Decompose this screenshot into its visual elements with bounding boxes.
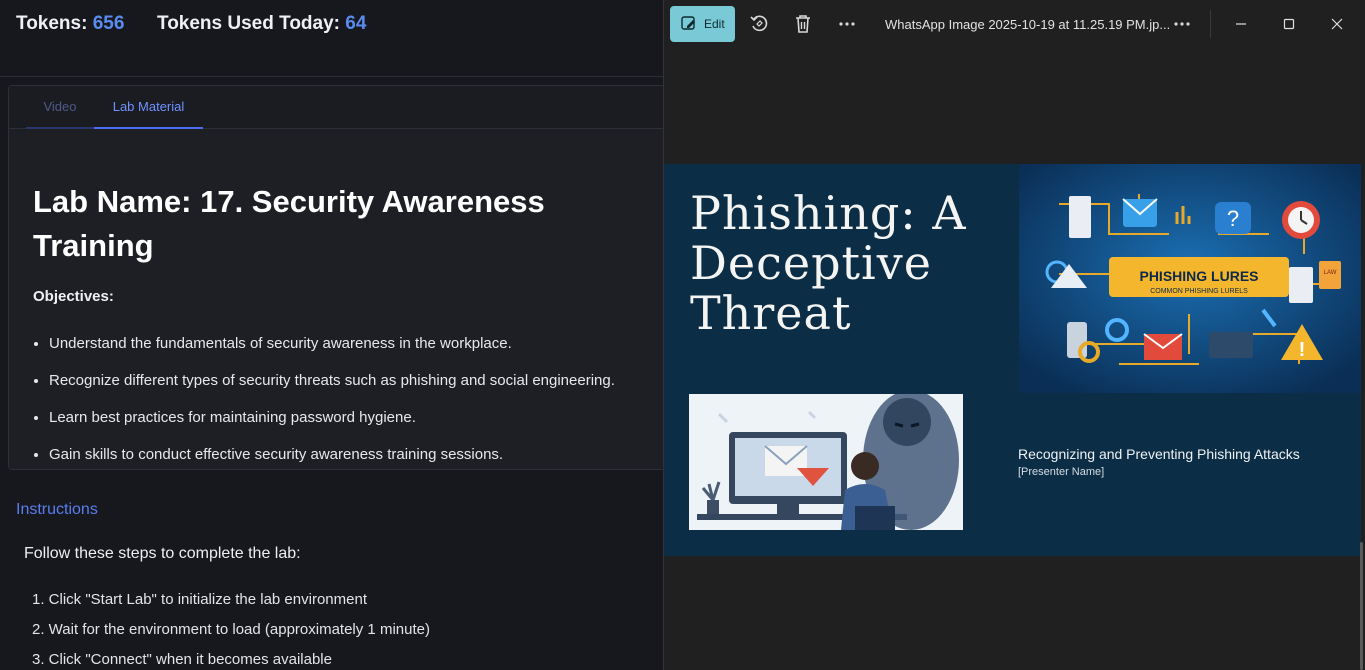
steps-intro: Follow these steps to complete the lab: <box>24 545 301 562</box>
edit-button[interactable]: Edit <box>670 6 735 42</box>
slide-subtitle: Recognizing and Preventing Phishing Atta… <box>1018 446 1300 462</box>
phishing-illustration: ? PHISHING LURES COMMON PHISHING LURELS … <box>1019 164 1361 393</box>
lab-app: Tokens: 656 Tokens Used Today: 64 Video … <box>0 0 663 670</box>
minimize-icon[interactable] <box>1229 12 1253 36</box>
tokens-header: Tokens: 656 Tokens Used Today: 64 <box>0 0 663 77</box>
list-item: 3. Click "Connect" when it becomes avail… <box>32 651 332 668</box>
objectives-heading: Objectives: <box>33 288 114 305</box>
close-icon[interactable] <box>1325 12 1349 36</box>
list-item: Recognize different types of security th… <box>49 372 615 409</box>
list-item: Learn best practices for maintaining pas… <box>49 409 615 446</box>
tokens-today-label: Tokens Used Today: <box>157 13 340 34</box>
document-icon <box>1069 196 1091 238</box>
list-item: Gain skills to conduct effective securit… <box>49 446 615 469</box>
list-item: 2. Wait for the environment to load (app… <box>32 621 430 638</box>
edit-label: Edit <box>704 17 725 31</box>
phone-icon <box>1067 322 1087 358</box>
toolbar-divider <box>1210 10 1211 38</box>
tab-lab-material[interactable]: Lab Material <box>94 86 203 129</box>
viewer-toolbar: Edit WhatsApp Image 2025-10-19 at 11.25.… <box>664 0 1365 48</box>
list-item: 1. Click "Start Lab" to initialize the l… <box>32 591 367 608</box>
tokens-counter: Tokens: 656 <box>16 13 124 35</box>
tokens-today-counter: Tokens Used Today: 64 <box>157 13 366 35</box>
more-icon[interactable] <box>835 12 859 36</box>
banner-subtitle: COMMON PHISHING LURELS <box>1150 288 1248 295</box>
edit-icon <box>680 15 698 33</box>
slide-presenter: [Presenter Name] <box>1018 466 1105 478</box>
svg-text:!: ! <box>1299 339 1306 361</box>
file-name: WhatsApp Image 2025-10-19 at 11.25.19 PM… <box>885 17 1171 32</box>
photo-viewer-window: Edit WhatsApp Image 2025-10-19 at 11.25.… <box>663 0 1365 670</box>
svg-text:?: ? <box>1227 206 1239 231</box>
rotate-icon[interactable] <box>747 12 771 36</box>
lab-content-card: Video Lab Material Lab Name: 17. Securit… <box>8 85 663 470</box>
lab-material-panel: Lab Name: 17. Security Awareness Trainin… <box>9 130 663 469</box>
objectives-colon: : <box>108 288 114 305</box>
lab-title: Lab Name: 17. Security Awareness Trainin… <box>33 184 545 263</box>
objectives-label: Objectives <box>33 288 109 305</box>
list-item: Understand the fundamentals of security … <box>49 335 615 372</box>
slide-title: Phishing: A Deceptive Threat <box>690 186 967 340</box>
banner-title: PHISHING LURES <box>1139 268 1258 284</box>
content-tabs: Video Lab Material <box>9 86 663 129</box>
steps-list: 1. Click "Start Lab" to initialize the l… <box>32 591 430 670</box>
delete-icon[interactable] <box>791 12 815 36</box>
tokens-value: 656 <box>92 13 125 34</box>
scrollbar[interactable] <box>1360 542 1363 670</box>
law-badge-label: LAW <box>1324 270 1337 276</box>
instructions-heading: Instructions <box>16 501 98 518</box>
displayed-image: Phishing: A Deceptive Threat ? PHISHING … <box>664 164 1361 556</box>
hacker-illustration <box>689 390 963 530</box>
tab-video[interactable]: Video <box>26 86 94 129</box>
person-head <box>851 452 879 480</box>
form-icon <box>1289 267 1313 303</box>
server-icon <box>1209 332 1253 358</box>
more-icon[interactable] <box>1170 12 1194 36</box>
tokens-today-value: 64 <box>345 13 367 34</box>
tokens-label: Tokens: <box>16 13 88 34</box>
objectives-list: Understand the fundamentals of security … <box>49 335 615 469</box>
maximize-icon[interactable] <box>1277 12 1301 36</box>
